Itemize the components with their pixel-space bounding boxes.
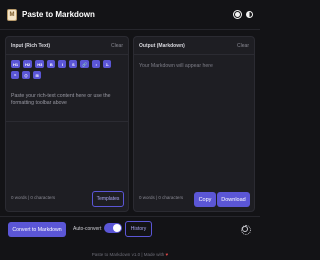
app-header: M Paste to Markdown bbox=[0, 0, 260, 30]
templates-button[interactable]: Templates bbox=[92, 191, 124, 207]
settings-gear-icon[interactable] bbox=[240, 224, 251, 235]
output-panel-title: Output (Markdown) bbox=[139, 42, 185, 49]
input-word-count: 0 words | 0 characters bbox=[11, 195, 56, 200]
input-panel-title: Input (Rich Text) bbox=[11, 42, 51, 49]
heart-icon: ♥ bbox=[165, 252, 169, 257]
toolbar-strike-button[interactable]: S bbox=[69, 60, 78, 68]
toggle-knob bbox=[113, 224, 121, 232]
rich-text-editor[interactable]: Paste your rich-text content here or use… bbox=[11, 93, 123, 107]
output-clear-button[interactable]: Clear bbox=[237, 43, 249, 49]
markdown-output[interactable]: Your Markdown will appear here bbox=[139, 63, 251, 69]
toolbar-bold-button[interactable]: B bbox=[47, 60, 56, 68]
footer: Paste to Markdown v1.0 | Made with ♥ bbox=[0, 252, 260, 257]
toolbar-h2-button[interactable]: H2 bbox=[23, 60, 33, 68]
auto-convert-toggle[interactable] bbox=[104, 223, 122, 233]
history-button[interactable]: History bbox=[125, 221, 152, 237]
toolbar-h1-button[interactable]: H1 bbox=[11, 60, 21, 68]
output-word-count: 0 words | 0 characters bbox=[139, 195, 184, 200]
sun-icon[interactable] bbox=[235, 12, 240, 17]
auto-convert-label: Auto-convert bbox=[73, 226, 102, 232]
download-button[interactable]: Download bbox=[217, 192, 250, 207]
toolbar-divider bbox=[6, 121, 128, 122]
toolbar-italic-button[interactable]: I bbox=[58, 60, 67, 68]
app-title: Paste to Markdown bbox=[22, 10, 95, 19]
toolbar-table-button[interactable]: ⊞ bbox=[33, 71, 41, 79]
toolbar-quote-button[interactable]: ❝ bbox=[11, 71, 19, 79]
theme-toggle-icon[interactable] bbox=[246, 11, 253, 18]
output-panel-header: Output (Markdown) Clear bbox=[134, 37, 254, 55]
app-logo-icon: M bbox=[7, 8, 17, 21]
toolbar-bullet-list-button[interactable]: • bbox=[92, 60, 101, 68]
header-actions bbox=[235, 11, 253, 18]
toolbar-link-button[interactable]: 🔗 bbox=[80, 60, 90, 68]
input-panel-header: Input (Rich Text) Clear bbox=[6, 37, 128, 55]
copy-button[interactable]: Copy bbox=[194, 192, 216, 207]
input-clear-button[interactable]: Clear bbox=[111, 43, 123, 49]
footer-text: Paste to Markdown v1.0 | Made with bbox=[91, 252, 165, 257]
output-panel: Output (Markdown) Clear Your Markdown wi… bbox=[133, 36, 255, 212]
toolbar-numbered-list-button[interactable]: 1. bbox=[103, 60, 112, 68]
convert-button[interactable]: Convert to Markdown bbox=[8, 222, 66, 237]
toolbar-code-button[interactable]: ⟨⟩ bbox=[22, 71, 30, 79]
input-panel: Input (Rich Text) Clear H1 H2 H3 B I S 🔗… bbox=[5, 36, 129, 212]
formatting-toolbar: H1 H2 H3 B I S 🔗 • 1. ❝ ⟨⟩ ⊞ bbox=[6, 55, 124, 79]
toolbar-h3-button[interactable]: H3 bbox=[35, 60, 45, 68]
